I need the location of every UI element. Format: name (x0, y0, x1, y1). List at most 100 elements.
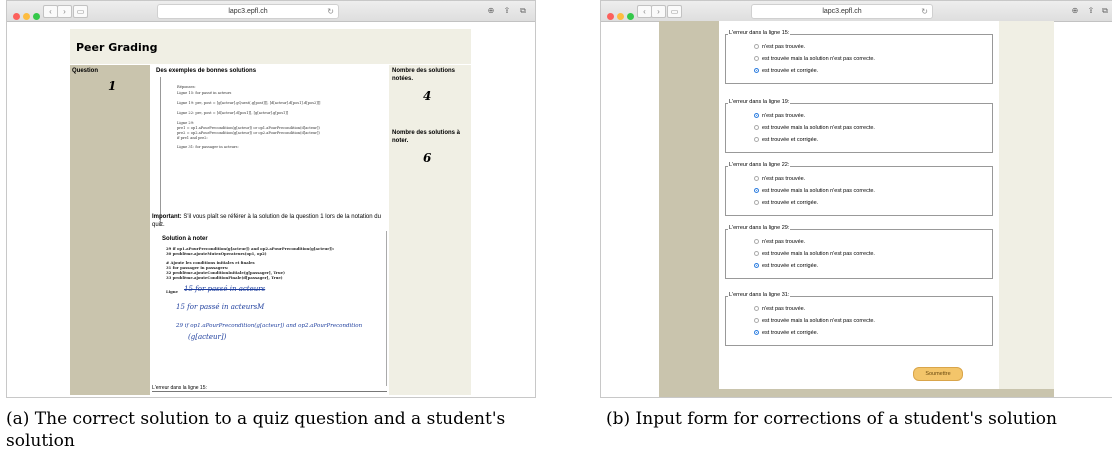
option-found-corrected[interactable]: est trouvée et corrigée. (754, 330, 818, 336)
option-label: est trouvée mais la solution n'est pas c… (762, 188, 875, 194)
fieldset-legend: L'erreur dans la ligne 22: (728, 162, 791, 168)
student-solution-box: Solution à noter 29 if op1.aPourPrecondi… (158, 231, 387, 386)
sidebar-icon[interactable]: ▭ (73, 5, 88, 18)
option-not-found[interactable]: n'est pas trouvée. (754, 44, 805, 50)
option-found-corrected[interactable]: est trouvée et corrigée. (754, 263, 818, 269)
radio-button[interactable] (754, 251, 759, 257)
error-fieldset-line-29: L'erreur dans la ligne 29: n'est pas tro… (725, 225, 993, 279)
back-icon[interactable]: ‹ (43, 5, 58, 18)
radio-button-selected[interactable] (754, 113, 759, 119)
option-label: est trouvée mais la solution n'est pas c… (762, 251, 875, 257)
tabs-icon[interactable]: ⧉ (517, 5, 529, 16)
code-line: Ligne 29: (177, 121, 195, 125)
right-column (999, 21, 1054, 389)
option-found-corrected[interactable]: est trouvée et corrigée. (754, 137, 818, 143)
option-found-corrected[interactable]: est trouvée et corrigée. (754, 200, 818, 206)
option-label: n'est pas trouvée. (762, 306, 806, 312)
handwritten-correction: (g[acteur]) (188, 333, 227, 341)
code-line: if pre1 and pre2: (177, 136, 208, 140)
option-label: n'est pas trouvée. (762, 239, 806, 245)
student-code-line: Ligne (166, 289, 178, 294)
radio-button[interactable] (754, 239, 759, 245)
page-title: Peer Grading (76, 41, 158, 54)
to-grade-count: 6 (423, 151, 432, 165)
radio-button[interactable] (754, 318, 759, 324)
handwritten-correction: 15 for passé in acteurs (184, 285, 266, 293)
radio-button[interactable] (754, 56, 759, 62)
url-text: lapc3.epfl.ch (228, 8, 268, 15)
maximize-window-icon[interactable] (627, 13, 634, 20)
option-label: est trouvée et corrigée. (762, 330, 819, 336)
fieldset-legend: L'erreur dans la ligne 29: (728, 225, 791, 231)
error-fieldset-line-15: L'erreur dans la ligne 15: n'est pas tro… (725, 30, 993, 84)
screenshot-panel-b: ‹ › ▭ lapc3.epfl.ch ↻ ⊕ ⇪ ⧉ L'erreur dan… (600, 0, 1112, 398)
option-not-found[interactable]: n'est pas trouvée. (754, 306, 805, 312)
fieldset-legend: L'erreur dans la ligne 15: (728, 30, 791, 36)
radio-button-selected[interactable] (754, 263, 759, 269)
to-grade-label: Nombre des solutions à noter. (392, 130, 461, 144)
student-code-line: 30 problème.ajouteMutexOperateurs(op1, o… (166, 251, 267, 256)
close-window-icon[interactable] (13, 13, 20, 20)
divider (152, 391, 387, 392)
close-window-icon[interactable] (607, 13, 614, 20)
minimize-window-icon[interactable] (23, 13, 30, 20)
option-label: n'est pas trouvée. (762, 176, 806, 182)
student-code-line: 33 problème.ajouteConditionFinale(d[pass… (166, 275, 283, 280)
radio-button[interactable] (754, 137, 759, 143)
option-label: est trouvée et corrigée. (762, 263, 819, 269)
url-text: lapc3.epfl.ch (822, 8, 862, 15)
forward-icon[interactable]: › (57, 5, 72, 18)
code-line: Réponses: (177, 85, 196, 89)
radio-button[interactable] (754, 125, 759, 131)
option-label: est trouvée et corrigée. (762, 68, 819, 74)
radio-button-selected[interactable] (754, 188, 759, 194)
option-found-incorrect[interactable]: est trouvée mais la solution n'est pas c… (754, 125, 875, 131)
option-found-incorrect[interactable]: est trouvée mais la solution n'est pas c… (754, 318, 875, 324)
sidebar-icon[interactable]: ▭ (667, 5, 682, 18)
option-not-found[interactable]: n'est pas trouvée. (754, 239, 805, 245)
radio-button-selected[interactable] (754, 330, 759, 336)
window-controls[interactable] (13, 7, 43, 25)
stats-column: Nombre des solutions notées. 4 Nombre de… (389, 65, 471, 395)
radio-button[interactable] (754, 44, 759, 50)
reload-icon[interactable]: ↻ (327, 5, 334, 18)
option-not-found[interactable]: n'est pas trouvée. (754, 113, 805, 119)
option-not-found[interactable]: n'est pas trouvée. (754, 176, 805, 182)
back-icon[interactable]: ‹ (637, 5, 652, 18)
address-bar[interactable]: lapc3.epfl.ch ↻ (751, 4, 933, 19)
minimize-window-icon[interactable] (617, 13, 624, 20)
submit-button[interactable]: Soumettre (913, 367, 963, 381)
examples-heading: Des exemples de bonnes solutions (156, 68, 257, 74)
fieldset-legend: L'erreur dans la ligne 19: (728, 99, 791, 105)
option-found-incorrect[interactable]: est trouvée mais la solution n'est pas c… (754, 251, 875, 257)
fieldset-legend: L'erreur dans la ligne 31: (728, 292, 791, 298)
share-icon[interactable]: ⇪ (501, 5, 513, 16)
option-found-incorrect[interactable]: est trouvée mais la solution n'est pas c… (754, 188, 875, 194)
option-found-incorrect[interactable]: est trouvée mais la solution n'est pas c… (754, 56, 875, 62)
question-label: Question (72, 68, 99, 74)
download-icon[interactable]: ⊕ (485, 5, 497, 16)
peer-grading-page: Peer Grading Question 1 Des exemples de … (70, 29, 471, 395)
radio-button[interactable] (754, 200, 759, 206)
question-column: Question 1 (70, 65, 150, 395)
important-label: Important: (152, 214, 182, 220)
browser-toolbar: ‹ › ▭ lapc3.epfl.ch ↻ ⊕ ⇪ ⧉ (7, 1, 535, 22)
share-icon[interactable]: ⇪ (1085, 5, 1097, 16)
handwritten-correction: 29 if op1.aPourPrecondition(g[acteur]) a… (176, 323, 363, 329)
reload-icon[interactable]: ↻ (921, 5, 928, 18)
error-fieldset-line-31: L'erreur dans la ligne 31: n'est pas tro… (725, 292, 993, 346)
window-controls[interactable] (607, 7, 637, 25)
tabs-icon[interactable]: ⧉ (1099, 5, 1111, 16)
code-line: Ligne 22: pre, post = [d[acteur].d[pos1]… (177, 111, 289, 115)
page-header: Peer Grading (70, 29, 471, 64)
forward-icon[interactable]: › (651, 5, 666, 18)
radio-button[interactable] (754, 176, 759, 182)
option-label: est trouvée et corrigée. (762, 200, 819, 206)
radio-button[interactable] (754, 306, 759, 312)
address-bar[interactable]: lapc3.epfl.ch ↻ (157, 4, 339, 19)
download-icon[interactable]: ⊕ (1069, 5, 1081, 16)
maximize-window-icon[interactable] (33, 13, 40, 20)
radio-button-selected[interactable] (754, 68, 759, 74)
option-found-corrected[interactable]: est trouvée et corrigée. (754, 68, 818, 74)
option-label: est trouvée mais la solution n'est pas c… (762, 318, 875, 324)
